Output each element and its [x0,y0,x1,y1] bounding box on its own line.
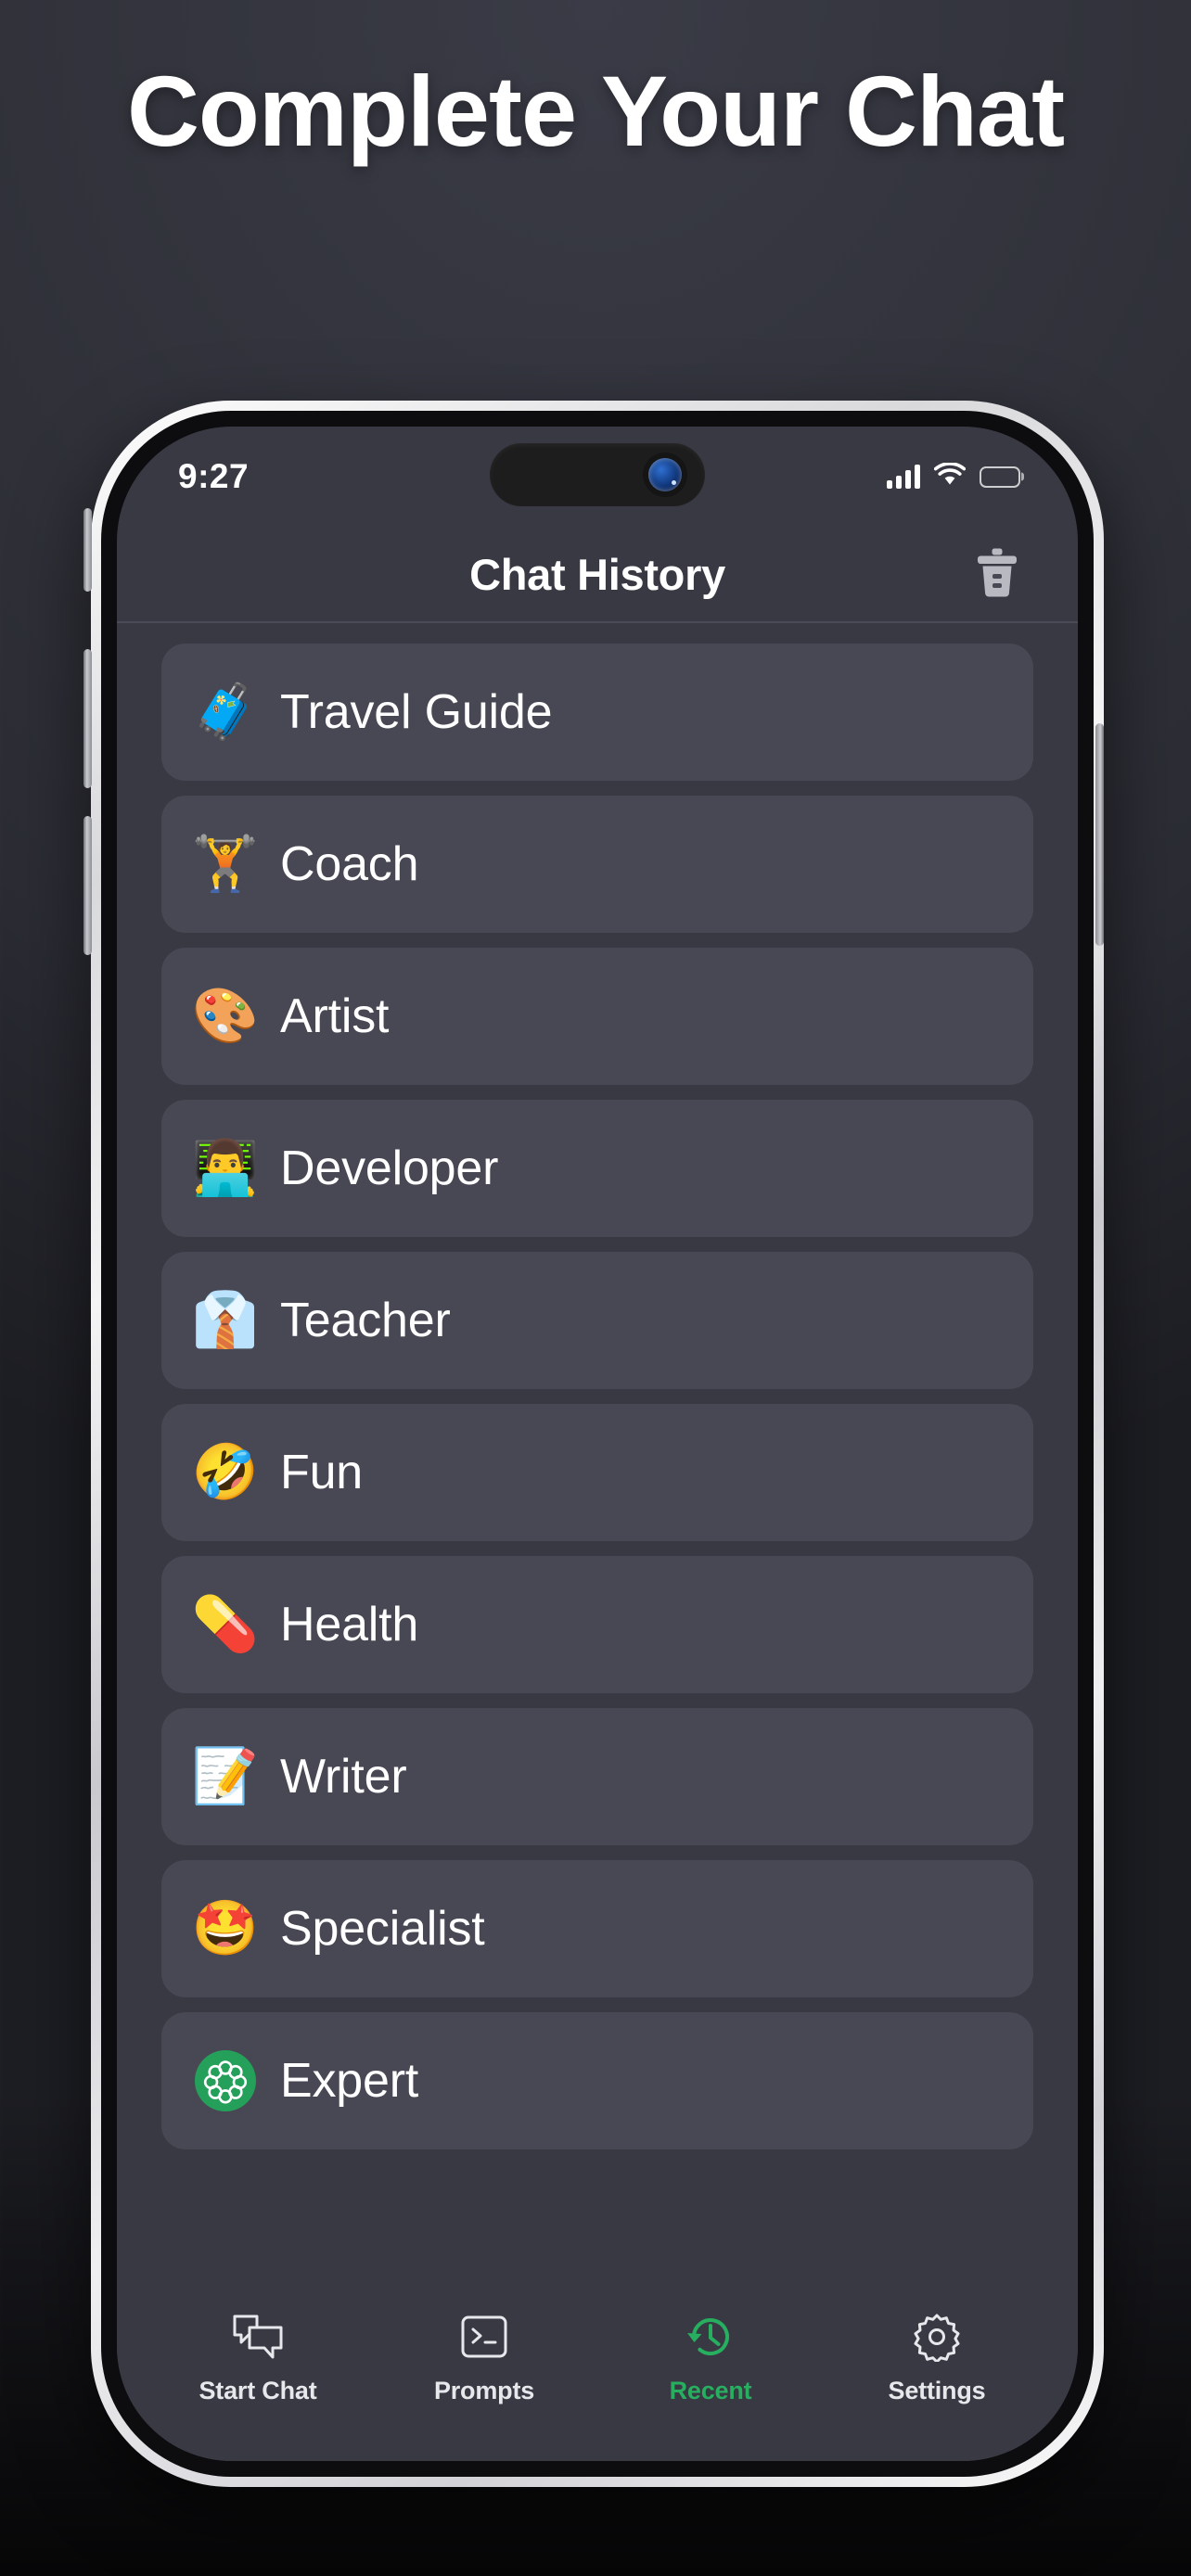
list-item[interactable]: 💊 Health [161,1556,1033,1693]
pill-icon: 💊 [191,1594,260,1654]
tab-label: Prompts [433,2377,535,2404]
status-bar: 9:27 [117,427,1078,527]
tab-start-chat[interactable]: Start Chat [188,2309,327,2405]
man-in-tie-icon: 👔 [191,1290,260,1350]
volume-up-button[interactable] [83,649,92,788]
star-struck-icon: 🤩 [191,1898,260,1958]
app-header: Chat History [117,527,1078,623]
tab-recent[interactable]: Recent [641,2309,780,2405]
phone-bezel: 9:27 Chat History 🧳 Travel Guide 🏋️ Coac… [101,411,1094,2477]
battery-full-icon [980,465,1020,488]
screen-title: Chat History [469,549,725,599]
list-item-label: Writer [280,1750,407,1804]
power-button[interactable] [1095,723,1104,946]
front-camera-icon [648,458,682,491]
list-item[interactable]: 👨‍💻 Developer [161,1100,1033,1237]
list-item[interactable]: 🤣 Fun [161,1404,1033,1541]
list-item-label: Expert [280,2054,419,2108]
terminal-icon [460,2309,508,2365]
status-indicators [887,461,1020,491]
bottom-tab-bar: Start Chat Prompts Recent Settings [117,2285,1078,2461]
list-item[interactable]: 📝 Writer [161,1708,1033,1845]
list-item-label: Teacher [280,1294,451,1347]
list-item[interactable]: Expert [161,2012,1033,2149]
list-item[interactable]: 🎨 Artist [161,948,1033,1085]
luggage-icon: 🧳 [191,682,260,742]
trash-icon [975,547,1019,602]
cellular-signal-icon [887,465,920,489]
phone-screen: 9:27 Chat History 🧳 Travel Guide 🏋️ Coac… [117,427,1078,2461]
list-item-label: Fun [280,1446,364,1499]
tab-label: Start Chat [198,2377,317,2404]
dynamic-island [490,443,705,506]
list-item-label: Coach [280,837,419,891]
chat-bubbles-icon [231,2309,285,2365]
tab-settings[interactable]: Settings [867,2309,1006,2405]
rofl-face-icon: 🤣 [191,1442,260,1502]
list-item-label: Specialist [280,1902,485,1956]
technologist-icon: 👨‍💻 [191,1138,260,1198]
gear-icon [912,2309,962,2365]
chat-history-list[interactable]: 🧳 Travel Guide 🏋️ Coach 🎨 Artist 👨‍💻 Dev… [117,623,1078,2285]
list-item[interactable]: 🏋️ Coach [161,796,1033,933]
list-item[interactable]: 👔 Teacher [161,1252,1033,1389]
phone-frame: 9:27 Chat History 🧳 Travel Guide 🏋️ Coac… [91,401,1104,2487]
list-item-label: Travel Guide [280,685,553,739]
tab-label: Recent [669,2377,752,2404]
memo-icon: 📝 [191,1746,260,1806]
artist-palette-icon: 🎨 [191,986,260,1046]
clear-history-button[interactable] [970,547,1024,601]
status-clock: 9:27 [178,457,250,495]
wifi-icon [933,461,967,491]
promo-page: Complete Your Chat 9:27 Chat History 🧳 T… [0,0,1191,2576]
tab-label: Settings [888,2377,986,2404]
list-item-label: Health [280,1598,419,1651]
tab-prompts[interactable]: Prompts [415,2309,554,2405]
volume-down-button[interactable] [83,816,92,955]
expert-flower-badge-icon [195,2050,256,2111]
list-item[interactable]: 🧳 Travel Guide [161,644,1033,781]
silent-switch-button[interactable] [83,508,92,592]
clock-history-icon [685,2309,736,2365]
list-item[interactable]: 🤩 Specialist [161,1860,1033,1997]
page-title: Complete Your Chat [126,55,1065,167]
list-item-label: Artist [280,989,390,1043]
list-item-label: Developer [280,1141,499,1195]
weightlifter-icon: 🏋️ [191,834,260,894]
